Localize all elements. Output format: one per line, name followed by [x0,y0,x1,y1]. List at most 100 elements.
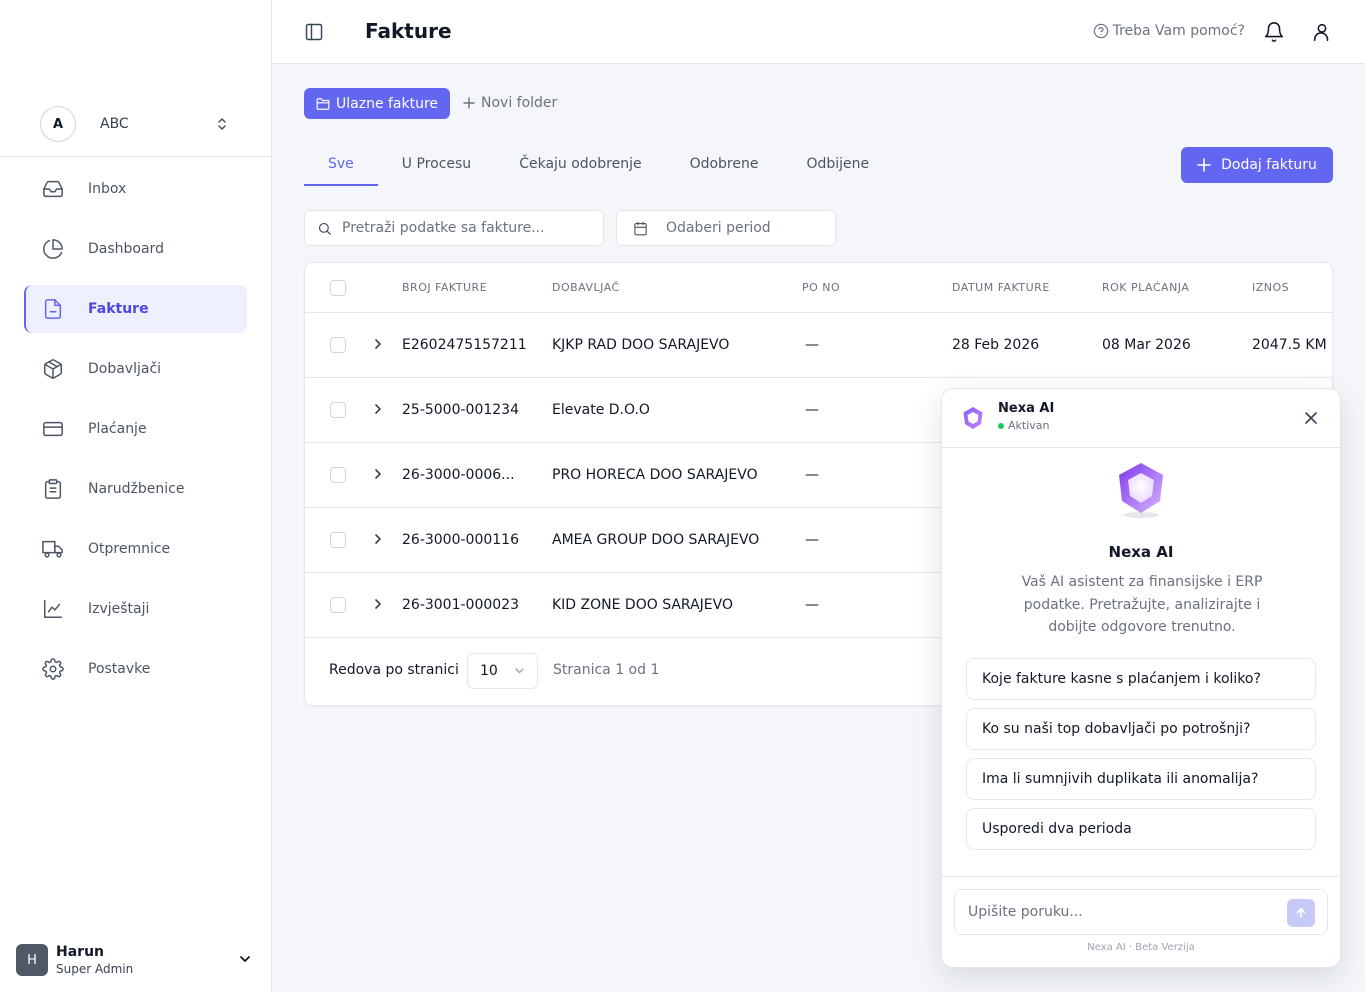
nexa-logo-icon [960,405,986,431]
select-all-checkbox[interactable] [330,280,346,296]
message-input[interactable] [968,904,1268,920]
plus-icon [1197,158,1221,172]
ai-status: Aktivan [998,419,1050,432]
row-checkbox[interactable] [330,532,346,548]
line-chart-icon [42,598,64,620]
sidebar-item-otpremnice[interactable]: Otpremnice [24,525,247,573]
sidebar-item-postavke[interactable]: Postavke [24,645,247,693]
column-header[interactable]: BROJ FAKTURE [402,281,487,294]
sidebar-toggle-icon[interactable] [304,22,324,42]
chevron-right-icon[interactable] [373,532,383,546]
po-number: — [805,532,819,548]
tab-odobrene[interactable]: Odobrene [666,146,783,186]
sidebar-item-label: Narudžbenice [88,481,185,497]
supplier: Elevate D.O.O [552,402,650,418]
add-invoice-button[interactable]: Dodaj fakturu [1181,147,1333,183]
close-icon[interactable] [1304,411,1318,425]
status-dot [998,422,1004,429]
suggestion-chip[interactable]: Ima li sumnjivih duplikata ili anomalija… [966,758,1316,800]
sidebar: A ABC Inbox Dashboard Fakture Dobavljači… [0,0,272,992]
ai-title: Nexa AI [1108,543,1174,561]
column-header[interactable]: ROK PLAĆANJA [1102,281,1189,294]
tab-u-procesu[interactable]: U Procesu [378,146,495,186]
sidebar-item-inbox[interactable]: Inbox [24,165,247,213]
new-folder-button[interactable]: Novi folder [463,95,557,111]
nexa-logo-icon [1114,461,1168,519]
folder-ulazne-fakture[interactable]: Ulazne fakture [304,88,451,119]
org-switcher[interactable]: A ABC [0,92,271,157]
row-checkbox[interactable] [330,467,346,483]
user-name: Harun [56,944,105,960]
ai-status-label: Aktivan [1008,419,1050,432]
suggestion-chip[interactable]: Koje fakture kasne s plaćanjem i koliko? [966,658,1316,700]
chevron-right-icon[interactable] [373,597,383,611]
po-number: — [805,337,819,353]
column-header[interactable]: DATUM FAKTURE [952,281,1050,294]
rows-per-page-label: Redova po stranici [329,662,459,678]
search-input[interactable] [342,220,582,236]
add-invoice-label: Dodaj fakturu [1221,157,1317,173]
help-circle-icon [1093,23,1113,39]
avatar: H [16,944,48,976]
row-checkbox[interactable] [330,402,346,418]
message-field[interactable] [954,889,1328,935]
package-icon [42,358,64,380]
help-label: Treba Vam pomoć? [1112,23,1245,39]
row-checkbox[interactable] [330,337,346,353]
sidebar-item-narudzbenice[interactable]: Narudžbenice [24,465,247,513]
chevrons-up-down-icon [215,116,229,132]
sidebar-item-placanje[interactable]: Plaćanje [24,405,247,453]
folder-open-icon [316,97,336,111]
sidebar-item-dashboard[interactable]: Dashboard [24,225,247,273]
plus-icon [463,97,481,109]
tab-sve[interactable]: Sve [304,146,378,186]
sidebar-item-label: Fakture [88,301,149,317]
help-link[interactable]: Treba Vam pomoć? [1093,23,1245,39]
invoice-date: 28 Feb 2026 [952,337,1040,353]
chevron-right-icon[interactable] [373,337,383,351]
column-header[interactable]: PO NO [802,281,840,294]
send-button[interactable] [1287,899,1315,927]
ai-composer: Nexa AI · Beta Verzija [942,876,1340,967]
folder-label: Ulazne fakture [336,95,439,112]
new-folder-label: Novi folder [481,95,558,111]
user-menu[interactable]: H Harun Super Admin [16,942,256,978]
invoice-number: 26-3000-0006... [402,467,515,483]
org-name: ABC [100,116,129,132]
amount: 2047.5 KM [1252,337,1327,353]
sidebar-item-izvjestaji[interactable]: Izvještaji [24,585,247,633]
ai-name: Nexa AI [998,401,1055,416]
sidebar-item-label: Plaćanje [88,421,147,437]
period-picker[interactable]: Odaberi period [616,210,836,246]
bell-icon[interactable] [1263,21,1285,43]
rows-per-page-value: 10 [480,663,498,679]
invoice-number: 26-3000-000116 [402,532,519,548]
table-row[interactable]: E2602475157211 KJKP RAD DOO SARAJEVO — 2… [305,313,1332,378]
search-field[interactable] [304,210,604,246]
truck-icon [42,538,64,560]
column-header[interactable]: IZNOS [1252,281,1289,294]
chevron-right-icon[interactable] [373,467,383,481]
suggestion-chip[interactable]: Usporedi dva perioda [966,808,1316,850]
row-checkbox[interactable] [330,597,346,613]
tab-cekaju-odobrenje[interactable]: Čekaju odobrenje [495,146,665,186]
page-title: Fakture [365,19,452,43]
rows-per-page-select[interactable]: 10 [467,653,538,689]
user-role: Super Admin [56,962,134,976]
user-icon[interactable] [1311,21,1333,43]
column-header[interactable]: DOBAVLJAČ [552,281,620,294]
ai-beta-note: Nexa AI · Beta Verzija [1087,942,1195,953]
sidebar-item-fakture[interactable]: Fakture [24,285,247,333]
chevron-right-icon[interactable] [373,402,383,416]
suggestion-chip[interactable]: Ko su naši top dobavljači po potrošnji? [966,708,1316,750]
calendar-icon [633,221,666,236]
inbox-icon [42,178,64,200]
chevron-down-icon [238,952,252,966]
file-text-icon [42,298,64,320]
sidebar-item-label: Postavke [88,661,151,677]
sidebar-item-dobavljaci[interactable]: Dobavljači [24,345,247,393]
tab-odbijene[interactable]: Odbijene [782,146,893,186]
sidebar-nav: Inbox Dashboard Fakture Dobavljači Plaća… [24,165,247,705]
clipboard-icon [42,478,64,500]
supplier: KID ZONE DOO SARAJEVO [552,597,733,613]
